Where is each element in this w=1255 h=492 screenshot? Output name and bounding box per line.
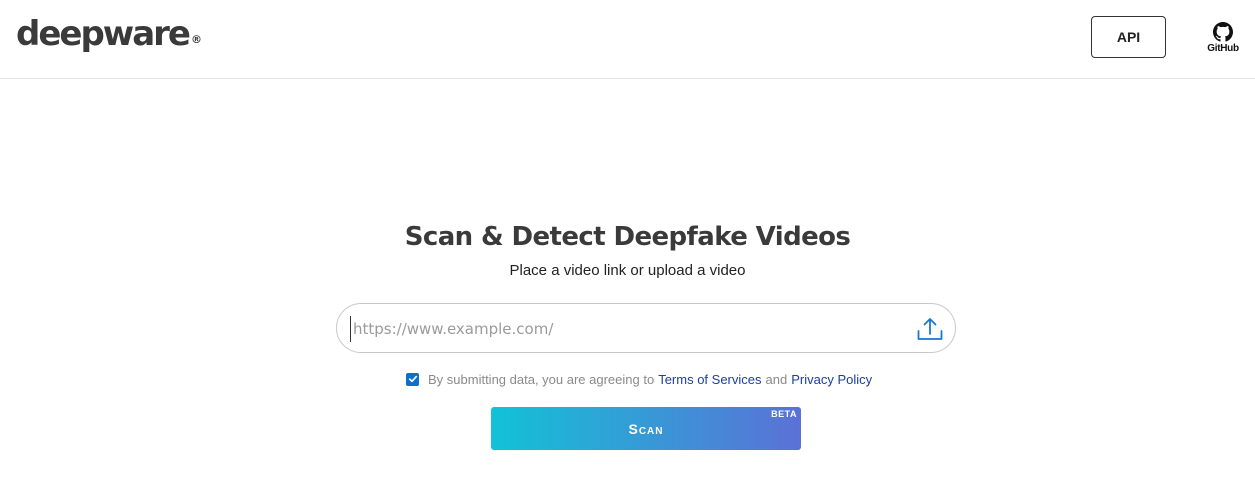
site-header: deepware ® API GitHub [0, 0, 1255, 79]
upload-icon[interactable] [915, 314, 945, 344]
scan-button[interactable]: Scan BETA [491, 407, 801, 450]
video-url-input[interactable] [350, 316, 910, 342]
page-title: Scan & Detect Deepfake Videos [404, 222, 851, 252]
logo-text: deepware [16, 14, 191, 54]
api-button[interactable]: API [1091, 16, 1166, 58]
consent-and-text: and [765, 371, 788, 387]
api-button-label: API [1116, 29, 1141, 45]
github-link[interactable]: GitHub [1203, 22, 1243, 56]
github-label: GitHub [1207, 43, 1239, 54]
checkmark-icon [408, 375, 417, 383]
beta-badge: BETA [771, 409, 797, 419]
url-input-container [336, 303, 956, 353]
deepware-logo[interactable]: deepware ® [16, 12, 202, 56]
consent-text: By submitting data, you are agreeing to [428, 371, 655, 387]
registered-mark: ® [190, 33, 202, 46]
page-subtitle: Place a video link or upload a video [509, 262, 746, 279]
consent-checkbox[interactable] [406, 372, 419, 386]
consent-row: By submitting data, you are agreeing to … [406, 370, 872, 388]
terms-of-services-link[interactable]: Terms of Services [658, 372, 761, 387]
scan-button-label: Scan [628, 420, 664, 437]
privacy-policy-link[interactable]: Privacy Policy [791, 372, 872, 387]
github-icon [1213, 22, 1233, 42]
